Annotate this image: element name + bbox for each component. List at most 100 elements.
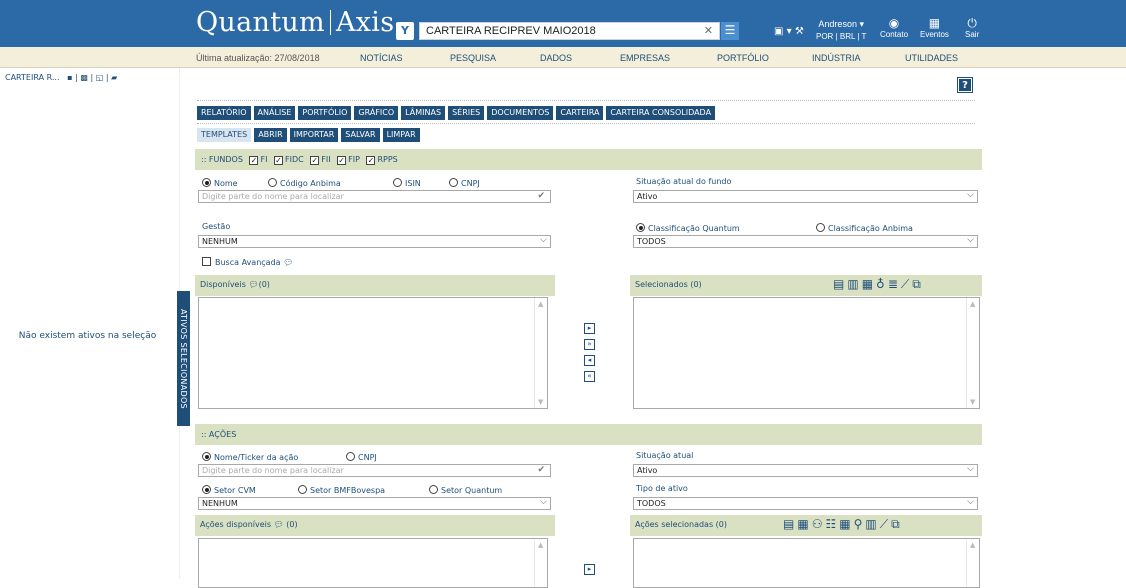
radio-nome-button[interactable] xyxy=(202,178,211,187)
move-all-right-icon[interactable]: » xyxy=(584,339,595,350)
acoes-disponiveis-list[interactable]: ▲ xyxy=(198,538,548,588)
document-icon[interactable]: ▥ xyxy=(865,517,879,531)
checkbox-fii[interactable]: ✓ xyxy=(310,156,320,165)
selected-assets-tab[interactable]: ATIVOS SELECIONADOS xyxy=(177,291,190,426)
org-chart-icon[interactable]: ⚲ xyxy=(854,517,866,531)
tab-documentos[interactable]: DOCUMENTOS xyxy=(487,106,554,120)
copy-icon[interactable]: ▦ xyxy=(797,517,811,531)
scroll-down-icon[interactable]: ▼ xyxy=(970,398,975,406)
portfolio-search-field[interactable]: ✕ xyxy=(419,22,720,40)
radio-codigo-anbima[interactable]: Código Anbima xyxy=(268,178,341,188)
document-icon[interactable]: ▥ xyxy=(847,277,861,291)
tab-carteira[interactable]: CARTEIRA xyxy=(556,106,604,120)
radio-isin[interactable]: ISIN xyxy=(393,178,421,188)
confirm-icon[interactable]: ✔ xyxy=(537,465,545,475)
scroll-up-icon[interactable]: ▲ xyxy=(538,541,543,549)
save-as-icon[interactable]: ▩ xyxy=(80,73,88,82)
subtab-salvar[interactable]: SALVAR xyxy=(341,128,380,142)
move-right-icon[interactable]: ▸ xyxy=(584,564,595,575)
scrollbar[interactable]: ▲ ▼ xyxy=(966,298,979,408)
radio-nome-ticker-button[interactable] xyxy=(202,452,211,461)
gestao-select[interactable]: NENHUM ⌵ xyxy=(198,235,551,248)
acao-search-field[interactable]: Digite parte do nome para localizar ✔ xyxy=(198,464,551,477)
eventos-button[interactable]: ▦ Eventos xyxy=(920,17,949,40)
scrollbar[interactable]: ▲ ▼ xyxy=(534,298,547,408)
classificacao-select[interactable]: TODOS ⌵ xyxy=(633,235,978,248)
save-icon[interactable]: ▪ xyxy=(62,73,72,82)
radio-codigo-button[interactable] xyxy=(268,178,277,187)
radio-class-anbima[interactable]: Classificação Anbima xyxy=(816,223,913,233)
open-folder-icon[interactable]: ▰ xyxy=(111,73,117,82)
radio-setor-quantum-button[interactable] xyxy=(429,485,438,494)
confirm-icon[interactable]: ✔ xyxy=(537,191,545,201)
user-settings[interactable]: POR | BRL | T xyxy=(816,32,866,41)
acoes-selecionadas-list[interactable]: ▲ xyxy=(633,538,980,588)
radio-nome[interactable]: Nome xyxy=(202,178,238,188)
list-icon[interactable]: ≣ xyxy=(888,277,901,291)
people-icon[interactable]: ⚇ xyxy=(812,517,826,531)
radio-setor-quantum[interactable]: Setor Quantum xyxy=(429,485,502,495)
tree-icon[interactable]: ☷ xyxy=(825,517,839,531)
tab-portfolio[interactable]: PORTFÓLIO xyxy=(298,106,352,120)
subtab-abrir[interactable]: ABRIR xyxy=(254,128,287,142)
busca-avancada-checkbox[interactable] xyxy=(202,257,211,266)
tab-series[interactable]: SÉRIES xyxy=(448,106,485,120)
checkbox-fip[interactable]: ✓ xyxy=(337,156,347,165)
situacao-select[interactable]: Ativo ⌵ xyxy=(633,190,978,203)
new-icon[interactable]: ◱ xyxy=(96,73,104,82)
quantum-axis-logo[interactable]: Quantum Axis xyxy=(196,7,394,38)
window-icon[interactable]: ⧉ xyxy=(891,517,903,531)
radio-setor-cvm[interactable]: Setor CVM xyxy=(202,485,256,495)
radio-setor-bmf-button[interactable] xyxy=(298,485,307,494)
radio-acoes-cnpj[interactable]: CNPJ xyxy=(346,452,377,462)
fund-search-field[interactable]: Digite parte do nome para localizar ✔ xyxy=(198,190,551,203)
radio-class-quantum-button[interactable] xyxy=(636,223,645,232)
selecionados-list[interactable]: ▲ ▼ xyxy=(633,297,980,409)
checkbox-rpps[interactable]: ✓ xyxy=(366,156,376,165)
acoes-situacao-select[interactable]: Ativo ⌵ xyxy=(633,464,978,477)
chat-icon[interactable]: 💬︎ xyxy=(283,258,293,267)
scrollbar[interactable]: ▲ xyxy=(966,539,979,587)
radio-setor-cvm-button[interactable] xyxy=(202,485,211,494)
tab-analise[interactable]: ANÁLISE xyxy=(253,106,296,120)
help-button[interactable]: ? xyxy=(957,77,973,93)
tipo-ativo-select[interactable]: TODOS ⌵ xyxy=(633,497,978,510)
subtab-templates[interactable]: TEMPLATES xyxy=(197,128,252,142)
chat-icon[interactable]: 💬︎ xyxy=(274,520,284,529)
move-all-left-icon[interactable]: « xyxy=(584,371,595,382)
scrollbar[interactable]: ▲ xyxy=(534,539,547,587)
copy-icon[interactable]: ▦ xyxy=(862,277,876,291)
chart-tool-icon[interactable]: ▣ ▾ ⚒ xyxy=(774,26,804,37)
tab-laminas[interactable]: LÂMINAS xyxy=(401,106,446,120)
window-icon[interactable]: ⧉ xyxy=(912,277,924,291)
list-menu-icon[interactable]: ☰ xyxy=(721,22,739,40)
line-chart-icon[interactable]: ⟋ xyxy=(901,277,912,291)
disponiveis-list[interactable]: ▲ ▼ xyxy=(198,297,548,409)
checkbox-fi[interactable]: ✓ xyxy=(249,156,259,165)
scroll-up-icon[interactable]: ▲ xyxy=(970,300,975,308)
scroll-down-icon[interactable]: ▼ xyxy=(538,398,543,406)
radio-nome-ticker[interactable]: Nome/Ticker da ação xyxy=(202,452,298,462)
subtab-importar[interactable]: IMPORTAR xyxy=(289,128,339,142)
nav-empresas[interactable]: EMPRESAS xyxy=(620,53,670,63)
move-left-icon[interactable]: ◂ xyxy=(584,355,595,366)
radio-class-quantum[interactable]: Classificação Quantum xyxy=(636,223,740,233)
report-icon[interactable]: ▤ xyxy=(783,517,797,531)
nav-industria[interactable]: INDÚSTRIA xyxy=(812,53,861,63)
move-right-icon[interactable]: ▸ xyxy=(584,323,595,334)
scroll-up-icon[interactable]: ▲ xyxy=(970,541,975,549)
contato-button[interactable]: ◉ Contato xyxy=(880,17,908,40)
nav-pesquisa[interactable]: PESQUISA xyxy=(450,53,496,63)
tab-grafico[interactable]: GRÁFICO xyxy=(354,106,399,120)
sair-button[interactable]: ⏻ Sair xyxy=(965,17,979,40)
radio-cnpj[interactable]: CNPJ xyxy=(449,178,480,188)
filter-icon[interactable]: Y xyxy=(396,22,414,40)
radio-isin-button[interactable] xyxy=(393,178,402,187)
scroll-up-icon[interactable]: ▲ xyxy=(538,300,543,308)
radio-cnpj-button[interactable] xyxy=(449,178,458,187)
nav-utilidades[interactable]: UTILIDADES xyxy=(905,53,958,63)
nav-noticias[interactable]: NOTÍCIAS xyxy=(360,53,403,63)
radio-setor-bmf[interactable]: Setor BMFBovespa xyxy=(298,485,385,495)
radio-class-anbima-button[interactable] xyxy=(816,223,825,232)
analysis-icon[interactable]: ♁ xyxy=(876,277,888,291)
